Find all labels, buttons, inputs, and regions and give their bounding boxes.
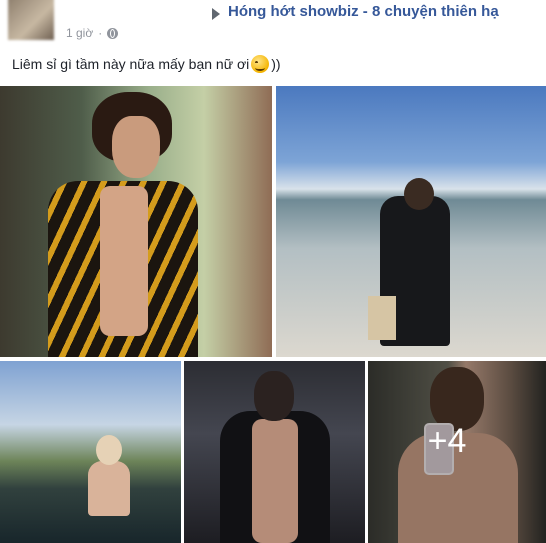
photo-subject-head bbox=[96, 435, 122, 465]
avatar[interactable] bbox=[8, 0, 54, 40]
photo-subject-torso bbox=[252, 419, 298, 543]
triangle-right-icon bbox=[212, 8, 220, 20]
photo-1[interactable] bbox=[0, 86, 272, 357]
timestamp-row: 1 giờ · bbox=[66, 26, 119, 40]
photo-subject-face bbox=[112, 116, 160, 178]
photo-subject-torso bbox=[100, 186, 148, 336]
post-header: Hóng hớt showbiz - 8 chuyện thiên hạ 1 g… bbox=[0, 0, 546, 52]
more-photos-count: +4 bbox=[427, 421, 467, 460]
post-text: Liêm sỉ gì tầm này nữa mấy bạn nữ ơi )) bbox=[12, 55, 281, 73]
group-name-link[interactable]: Hóng hớt showbiz - 8 chuyện thiên hạ bbox=[228, 3, 499, 20]
smiling-face-icon bbox=[251, 55, 270, 73]
globe-icon[interactable] bbox=[107, 27, 119, 39]
photo-4[interactable] bbox=[184, 361, 365, 543]
post-text-suffix: )) bbox=[271, 56, 281, 72]
separator-dot: · bbox=[98, 26, 103, 40]
photo-subject-head bbox=[254, 371, 294, 421]
photo-2[interactable] bbox=[276, 86, 546, 357]
photo-subject-head bbox=[404, 178, 434, 210]
more-photos-overlay[interactable]: +4 bbox=[368, 361, 546, 543]
photo-subject-bag bbox=[368, 296, 396, 340]
post-text-body: Liêm sỉ gì tầm này nữa mấy bạn nữ ơi bbox=[12, 56, 250, 72]
photo-5-more[interactable]: +4 bbox=[368, 361, 546, 543]
post-time[interactable]: 1 giờ bbox=[66, 26, 93, 40]
photo-subject-body bbox=[88, 461, 130, 516]
photo-3[interactable] bbox=[0, 361, 181, 543]
